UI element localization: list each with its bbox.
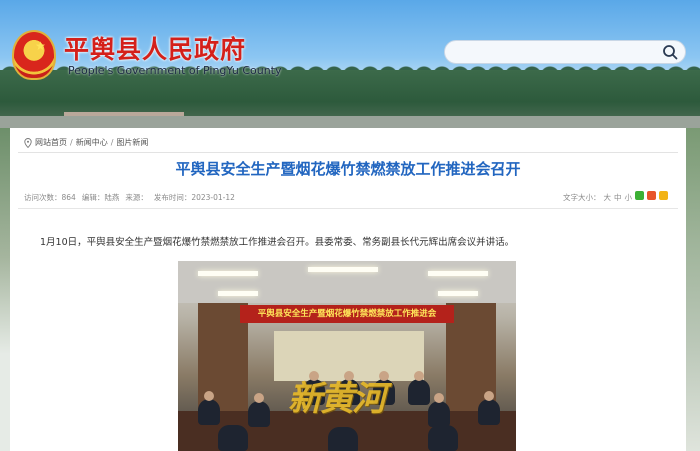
- photo-ceiling-light: [218, 291, 258, 296]
- photo-attendee: [328, 427, 358, 451]
- divider: [18, 152, 678, 153]
- photo-attendee-head: [254, 393, 264, 403]
- background-road: [0, 116, 700, 128]
- article-photo: 平舆县安全生产暨烟花爆竹禁燃禁放工作推进会 新黄河: [178, 261, 516, 451]
- font-size-medium-button[interactable]: 中: [614, 192, 622, 203]
- search-input[interactable]: [457, 41, 662, 64]
- photo-attendee: [248, 401, 270, 427]
- breadcrumb-home-link[interactable]: 网站首页: [35, 137, 67, 148]
- emblem-star-icon: ★: [35, 39, 46, 53]
- wechat-share-icon[interactable]: [635, 191, 644, 200]
- divider: [18, 208, 678, 209]
- article-body-paragraph: 1月10日，平舆县安全生产暨烟花爆竹禁燃禁放工作推进会召开。县委常委、常务副县长…: [40, 237, 515, 248]
- photo-attendee-head: [204, 391, 214, 401]
- date-label: 发布时间：: [153, 193, 192, 202]
- font-size-label: 文字大小：: [563, 193, 601, 202]
- photo-attendee: [428, 401, 450, 427]
- editor-label: 编辑：: [81, 193, 105, 202]
- site-subtitle: People's Government of PingYu County: [68, 64, 282, 77]
- photo-attendee-head: [414, 371, 424, 381]
- breadcrumb-separator: /: [110, 138, 114, 147]
- site-header-banner: ★ 平舆县人民政府 People's Government of PingYu …: [0, 0, 700, 128]
- search-icon[interactable]: [662, 44, 678, 60]
- views-meta: 访问次数：864: [24, 192, 76, 203]
- share-buttons: [635, 191, 668, 200]
- photo-ceiling-light: [428, 271, 488, 276]
- photo-attendee-head: [484, 391, 494, 401]
- source-meta: 来源：: [125, 192, 148, 203]
- weibo-share-icon[interactable]: [647, 191, 656, 200]
- source-label: 来源：: [125, 193, 148, 202]
- views-label: 访问次数：: [24, 193, 62, 202]
- breadcrumb-photo-news-link[interactable]: 图片新闻: [116, 137, 148, 148]
- photo-attendee: [478, 399, 500, 425]
- font-size-control: 文字大小： 大 中 小: [563, 192, 632, 203]
- site-title[interactable]: 平舆县人民政府: [64, 30, 246, 66]
- photo-attendee: [408, 379, 430, 405]
- national-emblem-logo[interactable]: ★: [12, 30, 56, 80]
- editor-name: 陆燕: [104, 193, 120, 202]
- search-box: [444, 40, 686, 64]
- photo-attendee: [218, 425, 248, 451]
- photo-attendee: [428, 425, 458, 451]
- article-title: 平舆县安全生产暨烟花爆竹禁燃禁放工作推进会召开: [175, 160, 521, 178]
- date-meta: 发布时间：2023-01-12: [154, 192, 235, 203]
- breadcrumb-separator: /: [70, 138, 73, 147]
- photo-meeting-banner: 平舆县安全生产暨烟花爆竹禁燃禁放工作推进会: [240, 305, 454, 323]
- side-scenery-right: [686, 128, 700, 451]
- font-size-small-button[interactable]: 小: [625, 192, 633, 203]
- photo-attendee: [198, 399, 220, 425]
- photo-attendee-head: [434, 393, 444, 403]
- font-size-large-button[interactable]: 大: [604, 192, 612, 203]
- qzone-share-icon[interactable]: [659, 191, 668, 200]
- article-meta: 访问次数：864 编辑：陆燕 来源： 发布时间：2023-01-12: [24, 192, 235, 203]
- publish-date: 2023-01-12: [191, 193, 235, 202]
- photo-ceiling-light: [308, 267, 378, 272]
- editor-meta: 编辑：陆燕: [82, 192, 120, 203]
- breadcrumb-news-center-link[interactable]: 新闻中心: [76, 137, 108, 148]
- article-container: 网站首页 / 新闻中心 / 图片新闻 平舆县安全生产暨烟花爆竹禁燃禁放工作推进会…: [10, 128, 686, 451]
- photo-ceiling-light: [198, 271, 258, 276]
- location-pin-icon: [24, 137, 32, 148]
- views-count: 864: [61, 193, 76, 202]
- breadcrumb: 网站首页 / 新闻中心 / 图片新闻: [24, 137, 148, 148]
- photo-watermark: 新黄河: [288, 379, 386, 419]
- side-scenery-left: [0, 128, 10, 451]
- photo-ceiling-light: [438, 291, 478, 296]
